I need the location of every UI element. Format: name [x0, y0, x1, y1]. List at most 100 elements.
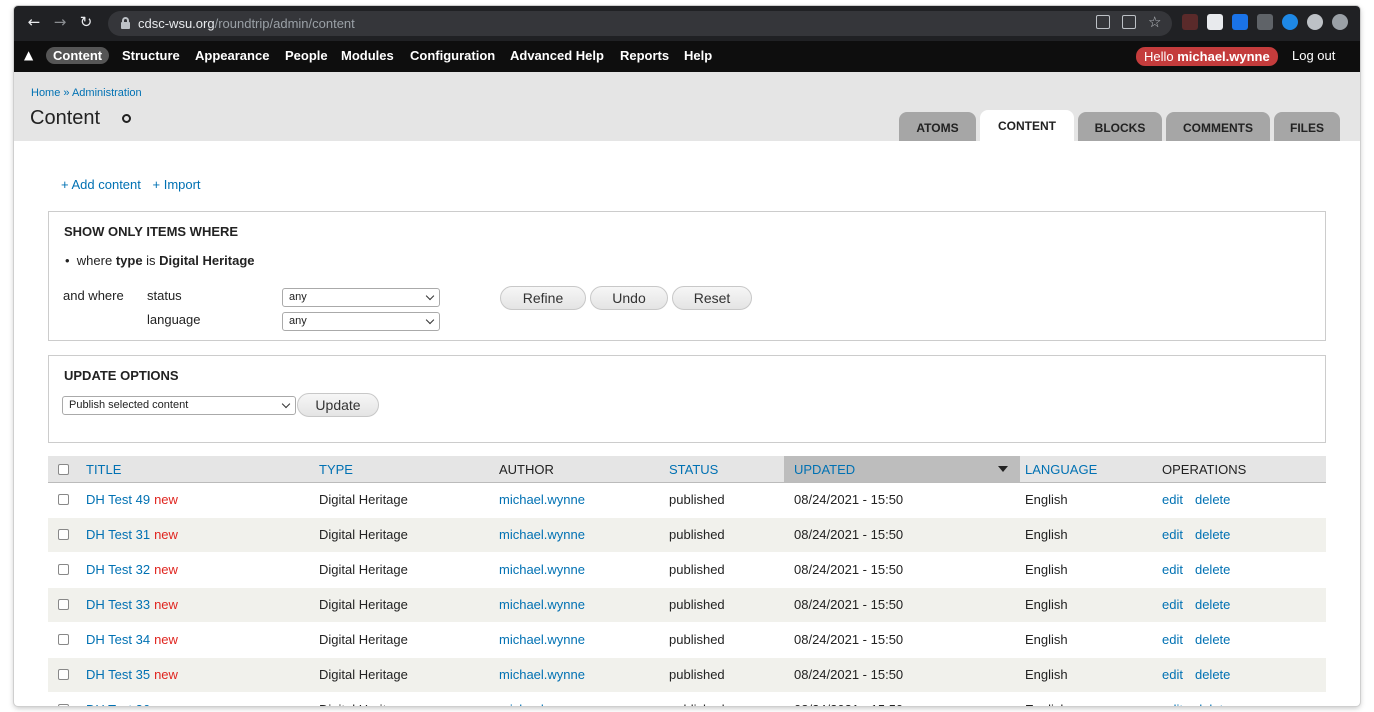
logout-link[interactable]: Log out: [1292, 48, 1335, 63]
update-options-select[interactable]: Publish selected content: [62, 396, 296, 415]
profile-avatar-icon[interactable]: [1332, 14, 1348, 30]
row-author[interactable]: michael.wynne: [499, 562, 585, 577]
reset-button[interactable]: Reset: [672, 286, 752, 310]
delete-link[interactable]: delete: [1195, 632, 1230, 647]
update-button[interactable]: Update: [297, 393, 379, 417]
edit-link[interactable]: edit: [1162, 667, 1183, 682]
import-link[interactable]: + Import: [153, 177, 201, 192]
delete-link[interactable]: delete: [1195, 527, 1230, 542]
row-checkbox[interactable]: [58, 634, 69, 645]
header-updated[interactable]: UPDATED: [794, 462, 855, 477]
row-checkbox[interactable]: [58, 494, 69, 505]
delete-link[interactable]: delete: [1195, 562, 1230, 577]
toolbar-content[interactable]: Content: [46, 47, 110, 64]
row-title-link[interactable]: DH Test 36: [86, 702, 150, 706]
header-language[interactable]: LANGUAGE: [1025, 462, 1097, 477]
delete-link[interactable]: delete: [1195, 492, 1230, 507]
row-type: Digital Heritage: [319, 492, 408, 507]
shortcut-icon[interactable]: [122, 114, 131, 123]
extension-list-icon[interactable]: [1207, 14, 1223, 30]
row-type: Digital Heritage: [319, 597, 408, 612]
bookmark-star-icon[interactable]: ☆: [1148, 15, 1162, 30]
delete-link[interactable]: delete: [1195, 667, 1230, 682]
back-icon[interactable]: ←: [24, 13, 44, 31]
extension-pen-icon[interactable]: [1182, 14, 1198, 30]
edit-link[interactable]: edit: [1162, 562, 1183, 577]
browser-menu-icon[interactable]: ⋮: [1357, 14, 1360, 30]
row-title-cell: DH Test 36 new: [86, 702, 178, 706]
home-icon[interactable]: ▲: [24, 48, 33, 62]
status-label: status: [147, 288, 182, 303]
extension-g-icon[interactable]: [1257, 14, 1273, 30]
language-select[interactable]: any: [282, 312, 440, 331]
toolbar-help[interactable]: Help: [684, 48, 712, 63]
row-author[interactable]: michael.wynne: [499, 597, 585, 612]
sort-descending-icon[interactable]: [998, 466, 1008, 472]
row-title-link[interactable]: DH Test 35: [86, 667, 150, 682]
update-options-value: Publish selected content: [69, 399, 189, 411]
username: michael.wynne: [1177, 49, 1270, 64]
action-links: + Add content + Import: [61, 177, 209, 192]
toolbar-reports[interactable]: Reports: [620, 48, 669, 63]
header-title[interactable]: TITLE: [86, 462, 121, 477]
user-greeting[interactable]: Hello michael.wynne: [1136, 47, 1278, 66]
extension-outlook-icon[interactable]: [1232, 14, 1248, 30]
row-title-link[interactable]: DH Test 31: [86, 527, 150, 542]
toolbar-advanced-help[interactable]: Advanced Help: [510, 48, 604, 63]
add-content-link[interactable]: + Add content: [61, 177, 141, 192]
row-title-link[interactable]: DH Test 49: [86, 492, 150, 507]
row-checkbox[interactable]: [58, 564, 69, 575]
header-status[interactable]: STATUS: [669, 462, 718, 477]
row-checkbox[interactable]: [58, 704, 69, 706]
status-select[interactable]: any: [282, 288, 440, 307]
lock-icon: [121, 17, 130, 29]
delete-link[interactable]: delete: [1195, 702, 1230, 706]
edit-link[interactable]: edit: [1162, 632, 1183, 647]
row-author[interactable]: michael.wynne: [499, 702, 585, 706]
row-checkbox[interactable]: [58, 669, 69, 680]
row-author[interactable]: michael.wynne: [499, 632, 585, 647]
row-operations: edit delete: [1162, 632, 1242, 647]
chevron-down-icon: [425, 291, 435, 301]
edit-link[interactable]: edit: [1162, 492, 1183, 507]
cast-icon[interactable]: [1096, 15, 1110, 29]
qr-icon[interactable]: [1122, 15, 1136, 29]
row-author[interactable]: michael.wynne: [499, 492, 585, 507]
row-title-link[interactable]: DH Test 34: [86, 632, 150, 647]
address-bar[interactable]: cdsc-wsu.org/roundtrip/admin/content ☆: [108, 11, 1172, 36]
select-all-checkbox[interactable]: [58, 464, 69, 475]
url-text[interactable]: cdsc-wsu.org/roundtrip/admin/content: [138, 16, 355, 31]
tab-files[interactable]: FILES: [1274, 112, 1340, 141]
extension-1password-icon[interactable]: [1282, 14, 1298, 30]
tab-atoms[interactable]: ATOMS: [899, 112, 976, 141]
row-title-link[interactable]: DH Test 32: [86, 562, 150, 577]
edit-link[interactable]: edit: [1162, 702, 1183, 706]
toolbar-people[interactable]: People: [285, 48, 328, 63]
forward-icon[interactable]: →: [50, 13, 70, 31]
refine-button[interactable]: Refine: [500, 286, 586, 310]
toolbar-configuration[interactable]: Configuration: [410, 48, 495, 63]
header-type[interactable]: TYPE: [319, 462, 353, 477]
row-author[interactable]: michael.wynne: [499, 667, 585, 682]
row-checkbox[interactable]: [58, 529, 69, 540]
tab-blocks[interactable]: BLOCKS: [1078, 112, 1162, 141]
delete-link[interactable]: delete: [1195, 597, 1230, 612]
toolbar-structure[interactable]: Structure: [122, 48, 180, 63]
extensions-puzzle-icon[interactable]: [1307, 14, 1323, 30]
browser-chrome: ← → ↻ cdsc-wsu.org/roundtrip/admin/conte…: [14, 6, 1360, 41]
breadcrumb[interactable]: Home » Administration: [31, 87, 142, 99]
edit-link[interactable]: edit: [1162, 597, 1183, 612]
row-author[interactable]: michael.wynne: [499, 527, 585, 542]
row-title-cell: DH Test 33 new: [86, 597, 178, 612]
edit-link[interactable]: edit: [1162, 527, 1183, 542]
row-checkbox[interactable]: [58, 599, 69, 610]
row-operations: edit delete: [1162, 562, 1242, 577]
row-operations: edit delete: [1162, 597, 1242, 612]
tab-content[interactable]: CONTENT: [980, 110, 1074, 141]
reload-icon[interactable]: ↻: [76, 13, 96, 31]
undo-button[interactable]: Undo: [590, 286, 668, 310]
tab-comments[interactable]: COMMENTS: [1166, 112, 1270, 141]
toolbar-appearance[interactable]: Appearance: [195, 48, 269, 63]
toolbar-modules[interactable]: Modules: [341, 48, 394, 63]
row-title-link[interactable]: DH Test 33: [86, 597, 150, 612]
